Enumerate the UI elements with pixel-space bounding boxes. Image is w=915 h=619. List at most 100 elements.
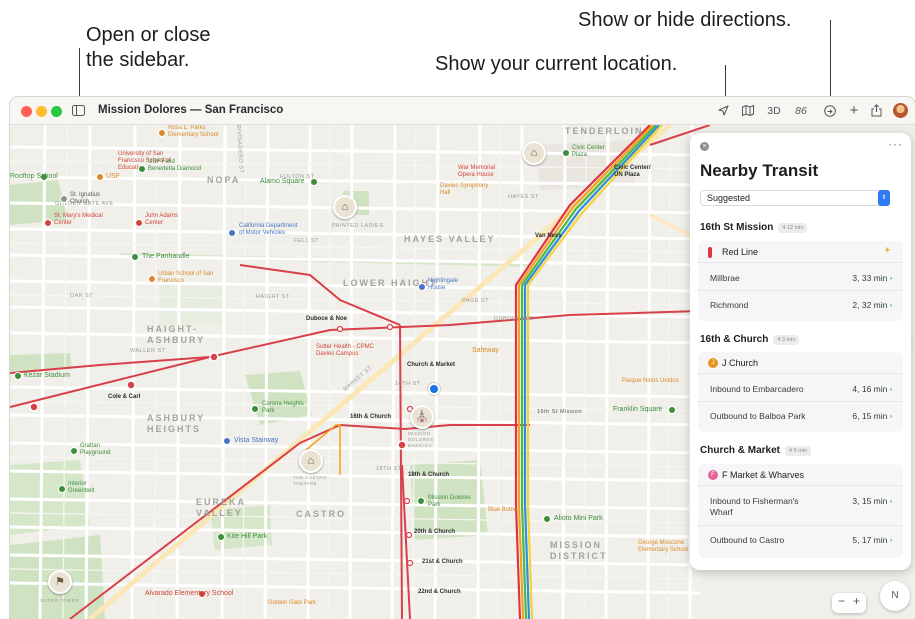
callout-location: Show your current location. bbox=[435, 53, 678, 75]
line-row-f-market[interactable]: F F Market & Wharves bbox=[698, 464, 903, 486]
j-church-icon: J bbox=[708, 358, 718, 368]
line-name: J Church bbox=[722, 358, 759, 368]
poi-grattan-text: Grattan Playground bbox=[80, 443, 111, 456]
line-name: F Market & Wharves bbox=[722, 470, 805, 480]
stop-header-church-market[interactable]: Church & Market 4 6 min bbox=[700, 445, 812, 456]
realtime-icon: ◗ bbox=[889, 387, 893, 393]
zoom-control: − + bbox=[832, 593, 866, 613]
destination-row[interactable]: Inbound to Embarcadero 4, 16 min ◗ bbox=[698, 376, 903, 402]
street-label-16th: 16TH ST bbox=[395, 381, 421, 387]
destination-row[interactable]: Outbound to Castro 5, 17 min ◗ bbox=[698, 526, 903, 556]
callout-sidebar-line1: Open or close bbox=[86, 24, 211, 46]
poi-safeway: Safeway bbox=[472, 347, 499, 354]
poi-john-adams-text: John Adams Center bbox=[145, 213, 179, 226]
current-location-marker[interactable] bbox=[428, 383, 440, 395]
realtime-icon: ◗ bbox=[889, 538, 893, 544]
poi-pin-grattan bbox=[70, 447, 78, 455]
mission-dolores-landmark[interactable]: ⛪ bbox=[410, 405, 434, 429]
poi-corona-heights-text: Corona Heights Park bbox=[262, 401, 304, 414]
window-toolbar: Mission Dolores — San Francisco 3D 86 + bbox=[10, 97, 915, 125]
destination-name: Outbound to Balboa Park bbox=[710, 411, 806, 421]
destination-row[interactable]: Millbrae 3, 33 min ◗ bbox=[698, 265, 903, 291]
poi-pin-school bbox=[158, 129, 166, 137]
street-label-waller: WALLER ST bbox=[130, 348, 166, 354]
sidebar-icon bbox=[71, 105, 85, 116]
map-mode-button[interactable] bbox=[741, 102, 755, 120]
poi-sunset-stadium: Rooftop School bbox=[10, 173, 58, 180]
poi-pin-vista-stairway bbox=[223, 437, 231, 445]
compass-button[interactable]: N bbox=[880, 581, 910, 611]
poi-castro-theatre-text: THE CASTRO THEATRE bbox=[293, 475, 328, 486]
city-hall-landmark[interactable]: ⌂ bbox=[522, 141, 546, 165]
panel-title: Nearby Transit bbox=[700, 161, 819, 180]
nearby-transit-panel: × ··· Nearby Transit Suggested ⇕ 16th St… bbox=[690, 133, 911, 570]
share-button[interactable] bbox=[869, 102, 883, 120]
sidebar-toggle-button[interactable] bbox=[71, 102, 85, 120]
poi-pin-alamo bbox=[310, 178, 318, 186]
zoom-window-button[interactable] bbox=[51, 106, 62, 117]
poi-civic-center-plaza-text: Civic Center Plaza bbox=[572, 145, 605, 158]
zoom-in-button[interactable]: + bbox=[853, 594, 860, 608]
painted-ladies-landmark[interactable]: ⌂ bbox=[333, 195, 357, 219]
destination-row[interactable]: Richmond 2, 32 min ◗ bbox=[698, 291, 903, 319]
departure-times: 2, 32 min ◗ bbox=[852, 300, 893, 310]
poi-kite-hill: Kite Hill Park bbox=[227, 533, 268, 540]
poi-painted-ladies: PAINTED LADIES bbox=[332, 223, 384, 229]
close-window-button[interactable] bbox=[21, 106, 32, 117]
more-options-button[interactable]: ··· bbox=[888, 137, 903, 151]
stop-name: Church & Market bbox=[700, 445, 781, 456]
district-label-tenderloin: TENDERLOIN bbox=[565, 126, 644, 136]
realtime-icon: ◗ bbox=[889, 276, 893, 282]
add-button[interactable]: + bbox=[847, 102, 861, 120]
directions-button[interactable] bbox=[823, 102, 837, 120]
departure-times: 5, 17 min ◗ bbox=[852, 535, 893, 545]
poi-panhandle: The Panhandle bbox=[142, 253, 190, 260]
sutro-tower-landmark[interactable]: ⚑ bbox=[48, 570, 72, 594]
look-around-button[interactable]: 86 bbox=[792, 102, 810, 120]
zoom-out-button[interactable]: − bbox=[838, 594, 845, 608]
poi-usf-field: USF Field Benedetta Diamond bbox=[148, 159, 203, 173]
poi-pin-kite-hill bbox=[217, 533, 225, 541]
district-label-castro: CASTRO bbox=[296, 509, 346, 519]
departure-times-text: 5, 17 min bbox=[852, 535, 888, 545]
poi-pin-franklin-square bbox=[668, 406, 676, 414]
account-avatar[interactable] bbox=[893, 102, 909, 120]
poi-pin-kezar bbox=[14, 372, 22, 380]
callout-sidebar-leader bbox=[79, 48, 80, 96]
view-3d-button[interactable]: 3D bbox=[765, 102, 783, 120]
current-location-button[interactable] bbox=[716, 102, 730, 120]
chevron-updown-icon: ⇕ bbox=[878, 190, 890, 206]
map-icon bbox=[742, 104, 754, 117]
poi-pin-usf-field bbox=[138, 165, 146, 173]
departure-times: 3, 33 min ◗ bbox=[852, 273, 893, 283]
poi-civic-center-plaza: Civic Center Plaza bbox=[572, 145, 612, 159]
line-row-j-church[interactable]: J J Church bbox=[698, 352, 903, 374]
poi-dolores-park-text: Mission Dolores Park bbox=[428, 495, 471, 508]
close-panel-button[interactable]: × bbox=[700, 142, 709, 151]
poi-george-moscone-text: George Moscone Elementary School bbox=[638, 540, 689, 553]
poi-cpmc-davies: Sutter Health - CPMC Davies Campus bbox=[316, 344, 376, 358]
walk-time-badge: 4 3 min bbox=[773, 335, 800, 345]
castro-theatre-landmark[interactable]: ⌂ bbox=[299, 449, 323, 473]
callout-sidebar-line2: the sidebar. bbox=[86, 49, 190, 71]
directions-icon bbox=[824, 105, 836, 117]
poi-pin-alioto bbox=[543, 515, 551, 523]
filter-select[interactable]: Suggested ⇕ bbox=[700, 190, 890, 206]
minimize-window-button[interactable] bbox=[36, 106, 47, 117]
line-row-red-line[interactable]: Red Line ✦ bbox=[698, 241, 903, 263]
poi-rosa-parks-text: Rosa L. Parks Elementary School bbox=[168, 125, 219, 138]
destination-row[interactable]: Inbound to Fisherman's Wharf 3, 15 min ◗ bbox=[698, 488, 903, 526]
poi-pin-dmv bbox=[228, 229, 236, 237]
poi-civic-center-station: Civic Center/ UN Plaza bbox=[614, 165, 658, 179]
stop-header-16th-st-mission[interactable]: 16th St Mission 4 12 min bbox=[700, 222, 808, 233]
destination-row[interactable]: Outbound to Balboa Park 6, 15 min ◗ bbox=[698, 402, 903, 430]
pin-icon[interactable]: ✦ bbox=[883, 245, 891, 256]
district-label-ashbury-heights: ASHBURY HEIGHTS bbox=[147, 413, 217, 435]
poi-pin-corona-heights bbox=[251, 405, 259, 413]
district-label-ashbury-heights-text: ASHBURY HEIGHTS bbox=[147, 413, 206, 434]
poi-cole-carl: Cole & Carl bbox=[108, 394, 141, 400]
poi-parque-ninos: Parque Ninos Unidos bbox=[622, 378, 679, 384]
stop-header-16th-church[interactable]: 16th & Church 4 3 min bbox=[700, 334, 800, 345]
poi-pin-john-adams bbox=[135, 219, 143, 227]
district-label-hayes-valley: HAYES VALLEY bbox=[404, 234, 496, 244]
